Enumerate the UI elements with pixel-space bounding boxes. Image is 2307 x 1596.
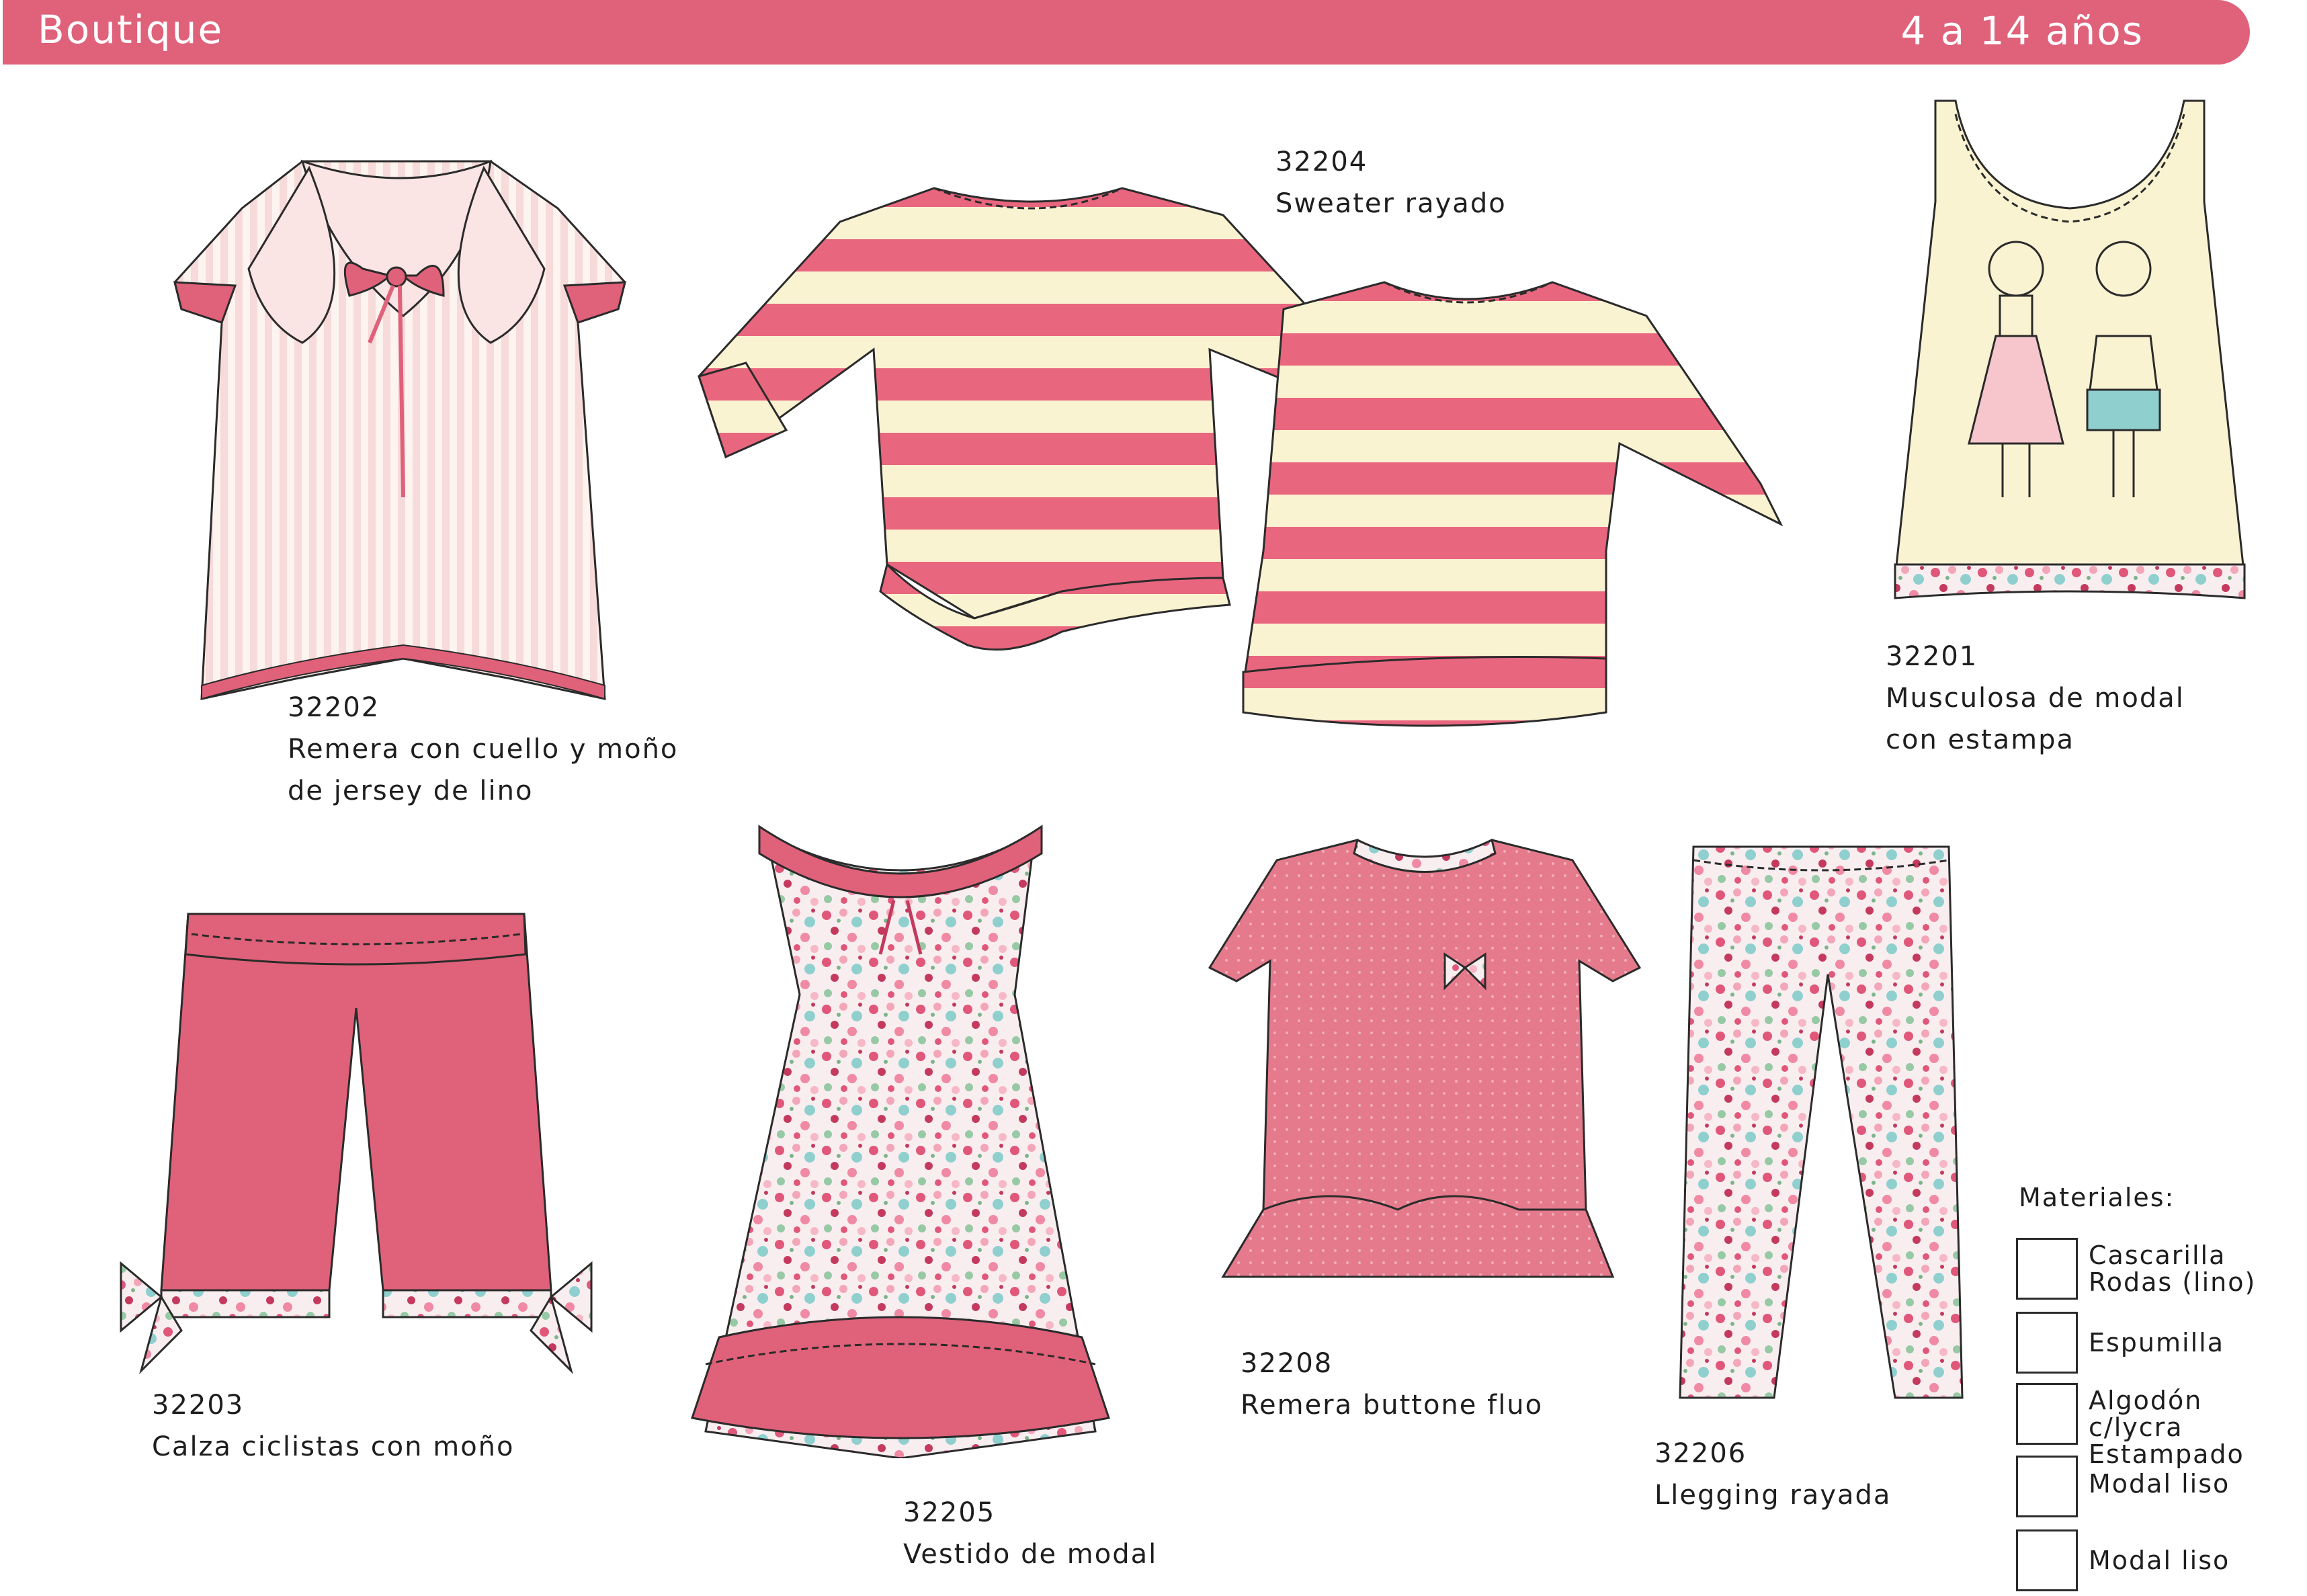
material-item: Cascarilla Rodas (lino) [2016, 1238, 2298, 1301]
label-32202: 32202 Remera con cuello y moño de jersey… [288, 687, 678, 812]
header-title: Boutique [38, 7, 224, 52]
garment-32203-shorts [120, 913, 593, 1375]
header-bar: Boutique 4 a 14 años [3, 0, 2250, 65]
material-label: Cascarilla Rodas (lino) [2089, 1241, 2257, 1297]
garment-32206-leggings [1679, 845, 1964, 1399]
label-32206: 32206 Llegging rayada [1654, 1433, 1891, 1516]
code-32204: 32204 [1275, 146, 1368, 177]
material-swatch-box [2016, 1312, 2078, 1374]
desc-32201-line1: Musculosa de modal [1886, 683, 2185, 714]
desc-32205-line1: Vestido de modal [903, 1539, 1158, 1570]
desc-32203-line1: Calza ciclistas con moño [152, 1431, 515, 1462]
desc-32208-line1: Remera buttone fluo [1241, 1390, 1544, 1421]
material-label: Modal liso [2089, 1546, 2230, 1575]
material-label: Modal liso [2089, 1469, 2230, 1499]
material-item: Modal liso [2016, 1529, 2298, 1593]
label-32203: 32203 Calza ciclistas con moño [152, 1384, 514, 1468]
code-32208: 32208 [1241, 1348, 1333, 1379]
garment-32205-dress [691, 825, 1110, 1458]
desc-32204-line1: Sweater rayado [1275, 188, 1507, 219]
desc-32202-line1: Remera con cuello y moño [288, 734, 679, 765]
code-32205: 32205 [903, 1497, 996, 1528]
material-item: Algodón c/lycra Estampado [2016, 1383, 2298, 1468]
material-item: Modal liso [2016, 1456, 2298, 1519]
material-swatch-box [2016, 1529, 2078, 1591]
code-32201: 32201 [1886, 641, 1978, 672]
header-age-range: 4 a 14 años [1900, 8, 2144, 54]
code-32202: 32202 [288, 692, 380, 723]
garment-32208-tee [1208, 838, 1642, 1278]
material-swatch-box [2016, 1456, 2078, 1517]
code-32206: 32206 [1654, 1438, 1747, 1469]
garment-32204-sweater-front [1242, 281, 1784, 727]
garment-32202-blouse [173, 159, 626, 700]
label-32208: 32208 Remera buttone fluo [1241, 1343, 1543, 1426]
label-32204: 32204 Sweater rayado [1275, 141, 1507, 224]
code-32203: 32203 [152, 1390, 245, 1421]
desc-32202-line2: de jersey de lino [288, 775, 534, 806]
label-32205: 32205 Vestido de modal [903, 1492, 1157, 1575]
garment-32201-tank [1894, 99, 2246, 599]
material-item: Espumilla [2016, 1312, 2298, 1375]
label-32201: 32201 Musculosa de modal con estampa [1886, 636, 2185, 761]
material-label: Espumilla [2089, 1328, 2224, 1357]
material-swatch-box [2016, 1383, 2078, 1445]
materials-title: Materiales: [2019, 1183, 2175, 1212]
desc-32206-line1: Llegging rayada [1654, 1480, 1892, 1511]
desc-32201-line2: con estampa [1886, 724, 2075, 755]
material-swatch-box [2016, 1238, 2078, 1300]
